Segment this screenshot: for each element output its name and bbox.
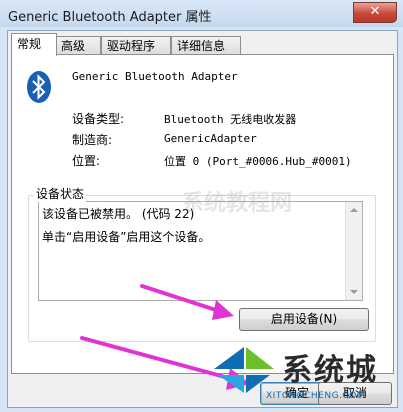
close-button[interactable]: ✕ <box>353 2 397 23</box>
status-line-hint: 单击“启用设备”启用这个设备。 <box>42 230 211 244</box>
device-type-value: Bluetooth 无线电收发器 <box>164 113 297 126</box>
device-status-title: 设备状态 <box>34 185 87 202</box>
properties-window: Generic Bluetooth Adapter 属性 ✕ 常规 高级 驱动程… <box>0 0 403 412</box>
tab-general[interactable]: 常规 <box>11 33 57 56</box>
device-name: Generic Bluetooth Adapter <box>72 70 238 83</box>
logo-mark-icon <box>214 347 274 393</box>
location-value: 位置 0 (Port_#0006.Hub_#0001) <box>164 155 352 168</box>
general-tab-panel: Generic Bluetooth Adapter 设备类型: Bluetoot… <box>11 54 394 374</box>
window-title: Generic Bluetooth Adapter 属性 <box>8 10 212 25</box>
manufacturer-label: 制造商: <box>72 133 113 147</box>
location-label: 位置: <box>72 154 101 168</box>
bluetooth-icon <box>27 71 51 103</box>
tab-driver[interactable]: 驱动程序 <box>101 36 171 55</box>
logo-name: 系统城 <box>282 353 378 388</box>
enable-device-button[interactable]: 启用设备(N) <box>239 308 369 331</box>
status-line-disabled: 该设备已被禁用。 (代码 22) <box>42 207 195 221</box>
scroll-down-icon[interactable] <box>350 290 358 294</box>
watermark-text: 系统教程网 <box>182 191 293 216</box>
device-type-label: 设备类型: <box>72 112 125 126</box>
tab-details[interactable]: 详细信息 <box>171 36 241 55</box>
manufacturer-value: GenericAdapter <box>164 132 257 145</box>
tab-advanced[interactable]: 高级 <box>55 36 101 55</box>
logo-url: XITONGCHENG.COM <box>266 391 366 401</box>
site-logo: 系统城 XITONGCHENG.COM <box>208 341 403 412</box>
scroll-up-icon[interactable] <box>350 208 358 212</box>
title-bar[interactable]: Generic Bluetooth Adapter 属性 ✕ <box>0 0 403 27</box>
close-icon: ✕ <box>369 4 381 19</box>
status-scrollbar[interactable] <box>345 202 362 300</box>
